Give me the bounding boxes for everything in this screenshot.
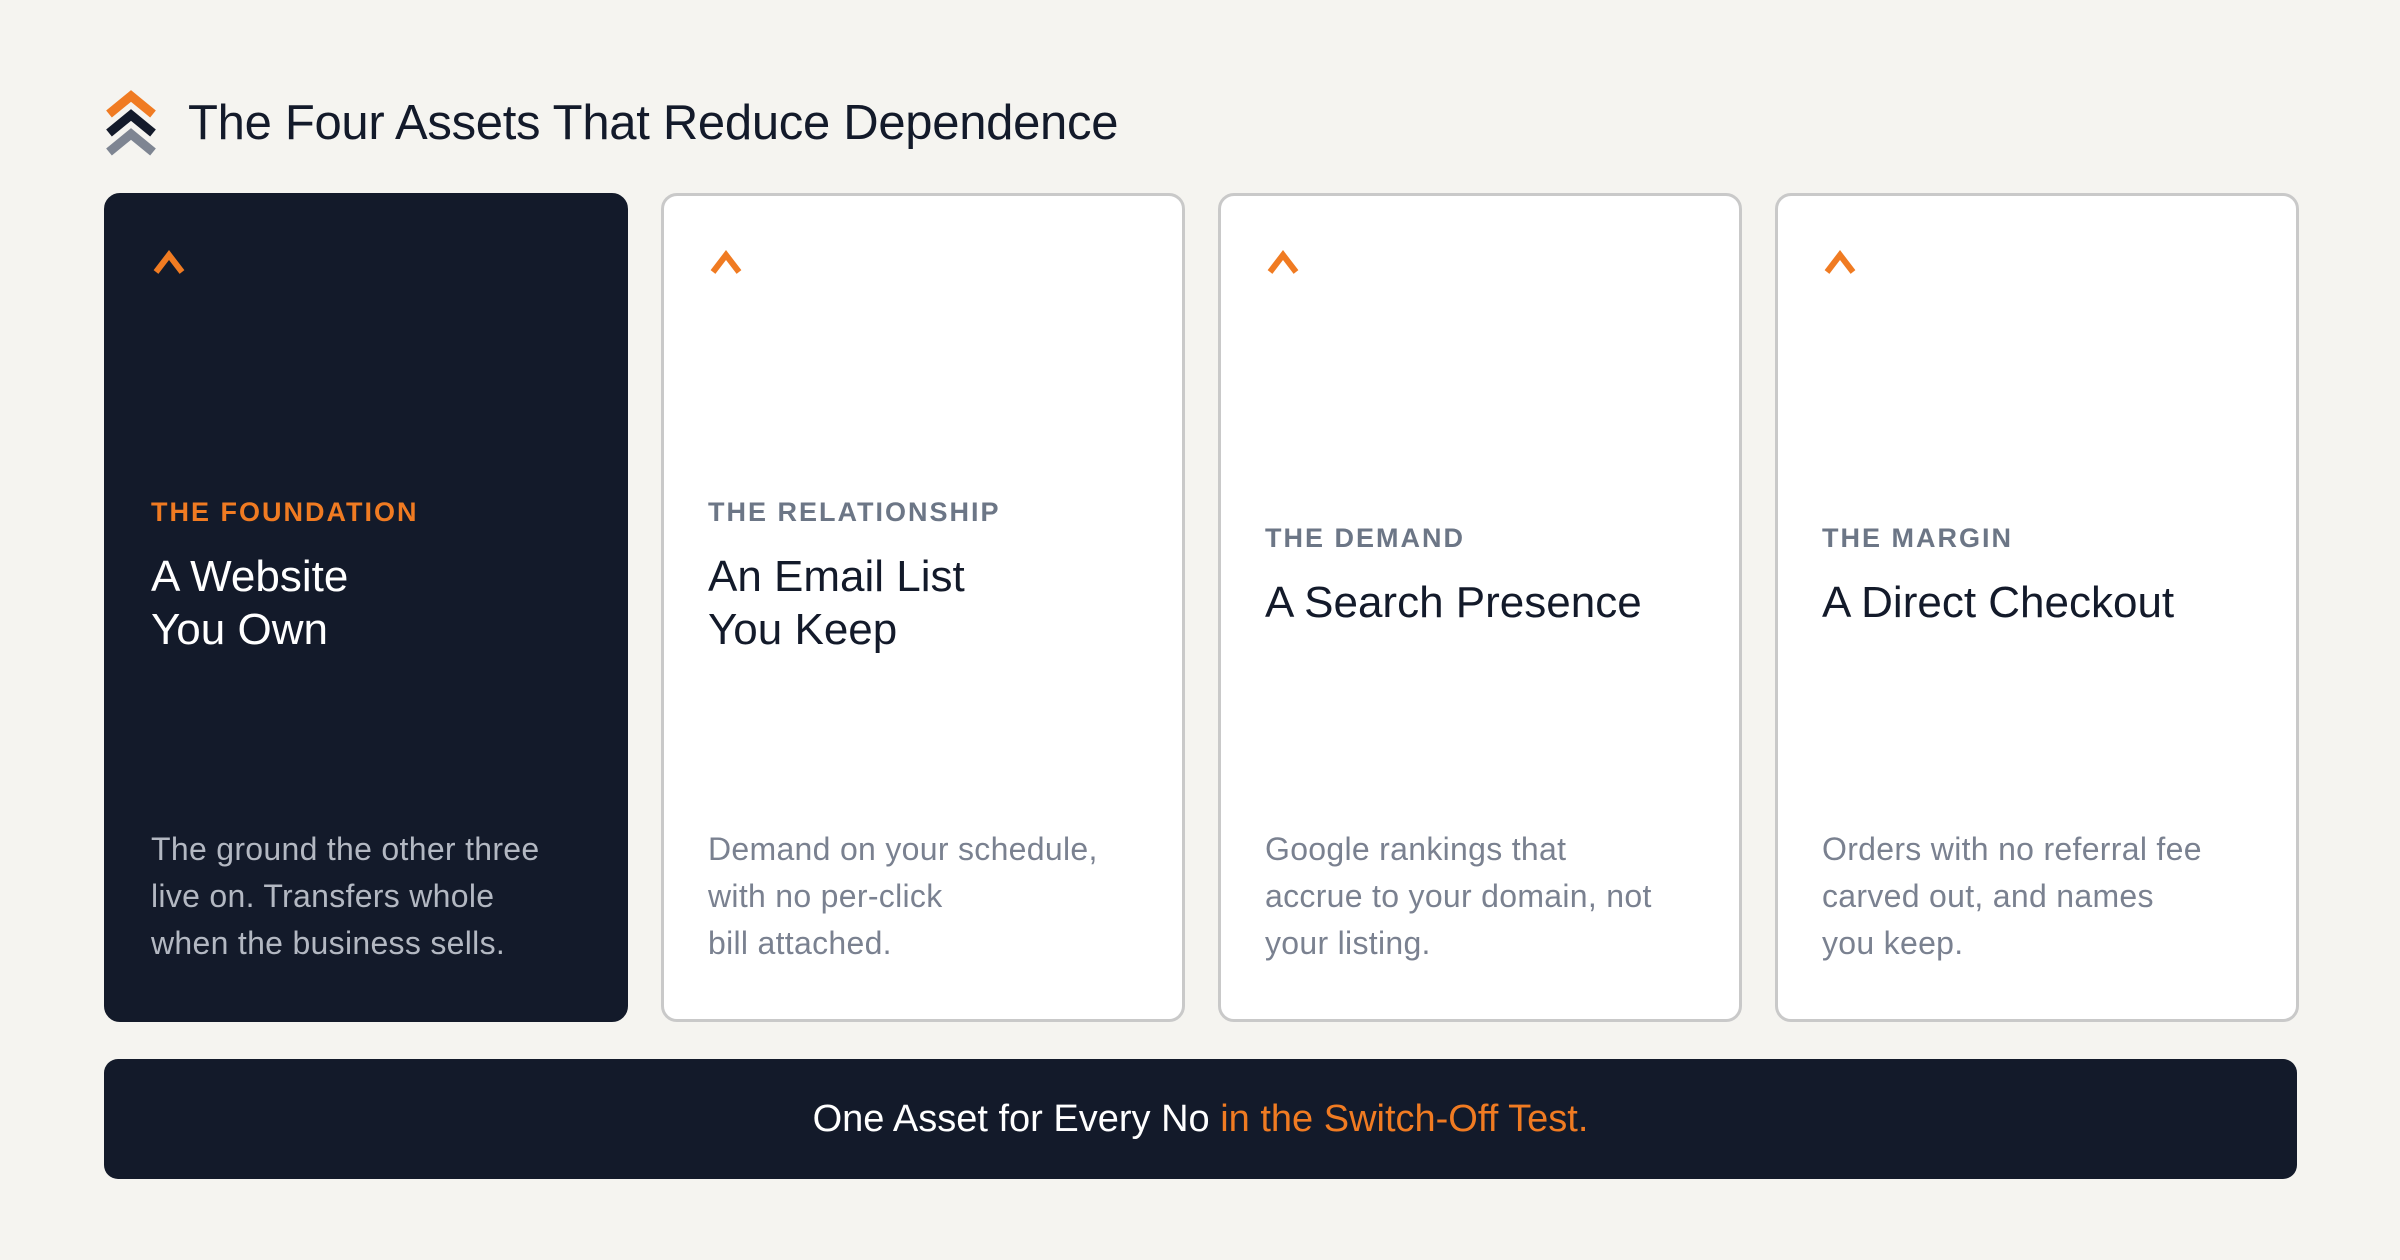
header: The Four Assets That Reduce Dependence (104, 88, 1118, 158)
banner-text: One Asset for Every No (812, 1097, 1221, 1140)
card-eyebrow: THE FOUNDATION (151, 496, 419, 527)
infographic: The Four Assets That Reduce Dependence T… (0, 0, 2400, 1260)
card-heading: A Website You Own (151, 551, 349, 654)
chevron-up-icon (710, 250, 742, 274)
card-eyebrow: THE RELATIONSHIP (708, 496, 1001, 527)
card-description: Google rankings that accrue to your doma… (1265, 831, 1652, 961)
chevron-up-icon (1824, 250, 1856, 274)
card-foundation: THE FOUNDATION A Website You Own The gro… (104, 193, 628, 1022)
chevron-up-icon (1267, 250, 1299, 274)
summary-banner: One Asset for Every No in the Switch-Off… (104, 1059, 2297, 1179)
card-heading: An Email List You Keep (708, 551, 965, 654)
card-title-group: THE FOUNDATION A Website You Own (151, 496, 585, 656)
card-eyebrow: THE DEMAND (1265, 523, 1465, 553)
card-title-group: THE RELATIONSHIP An Email List You Keep (708, 496, 1142, 656)
card-title-group: THE MARGIN A Direct Checkout (1822, 496, 2256, 656)
card-margin: THE MARGIN A Direct Checkout Orders with… (1775, 193, 2299, 1022)
page-title: The Four Assets That Reduce Dependence (188, 96, 1119, 150)
asset-cards: THE FOUNDATION A Website You Own The gro… (104, 193, 2299, 1022)
card-heading: A Search Presence (1265, 578, 1642, 627)
stacked-chevrons-icon (106, 90, 156, 156)
card-description: Orders with no referral fee carved out, … (1822, 831, 2202, 961)
card-description: Demand on your schedule, with no per-cli… (708, 831, 1098, 961)
card-relationship: THE RELATIONSHIP An Email List You Keep … (661, 193, 1185, 1022)
card-description: The ground the other three live on. Tran… (151, 831, 540, 961)
card-title-group: THE DEMAND A Search Presence (1265, 496, 1699, 656)
banner-highlight: in the Switch-Off Test. (1220, 1097, 1589, 1140)
chevron-up-icon (153, 250, 185, 274)
card-demand: THE DEMAND A Search Presence Google rank… (1218, 193, 1742, 1022)
card-heading: A Direct Checkout (1822, 578, 2175, 627)
card-eyebrow: THE MARGIN (1822, 523, 2013, 553)
